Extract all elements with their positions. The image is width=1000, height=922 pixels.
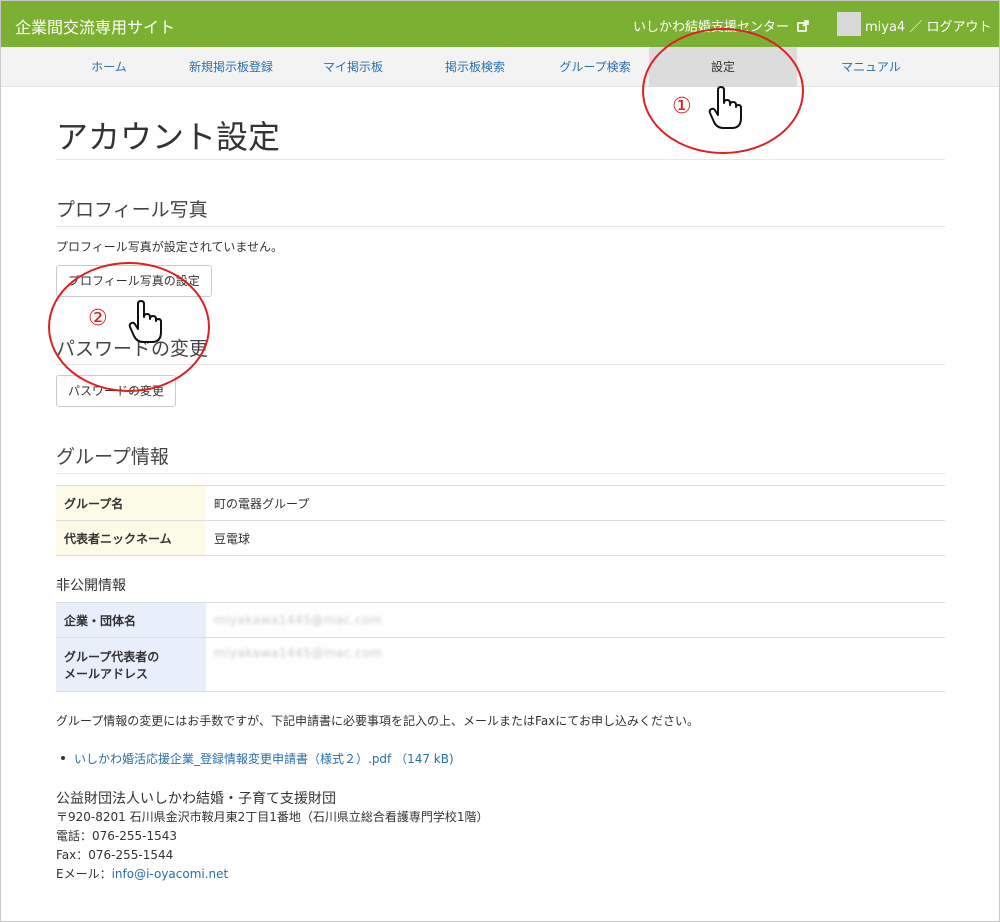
table-row: グループ代表者の メールアドレス miyakawa1445@mac.com	[56, 637, 945, 692]
email-line: Eメール：info@i-oyacomi.net	[56, 865, 489, 884]
profile-status-text: プロフィール写真が設定されていません。	[56, 240, 284, 254]
fax: Fax：076-255-1544	[56, 848, 174, 862]
divider	[56, 159, 945, 160]
step-2-marker: ②	[88, 306, 108, 331]
private-heading: 非公開情報	[56, 578, 126, 594]
table-row: グループ名 町の電器グループ	[56, 485, 945, 521]
change-notice-text: グループ情報の変更にはお手数ですが、下記申請書に必要事項を記入の上、メールまたは…	[56, 714, 699, 728]
user-name: miya4	[865, 20, 906, 35]
phone: 電話：076-255-1543	[56, 829, 178, 843]
group-heading: グループ情報	[56, 446, 169, 468]
private-info-table: 企業・団体名 miyakawa1445@mac.com グループ代表者の メール…	[56, 602, 945, 692]
nav-board-search[interactable]: 掲示板検索	[427, 47, 523, 87]
divider	[56, 473, 945, 474]
profile-heading: プロフィール写真	[56, 199, 208, 221]
table-row: 代表者ニックネーム 豆電球	[56, 520, 945, 556]
top-header: 企業間交流専用サイト いしかわ結婚支援センター miya4 ／ ログアウト	[1, 1, 999, 47]
nav-my-board[interactable]: マイ掲示板	[307, 47, 399, 87]
representative-email-label: グループ代表者の メールアドレス	[56, 637, 206, 692]
contact-info: 〒920-8201 石川県金沢市鞍月東2丁目1番地（石川県立総合看護専門学校1階…	[56, 808, 489, 884]
group-info-table: グループ名 町の電器グループ 代表者ニックネーム 豆電球	[56, 485, 945, 556]
representative-nickname-label: 代表者ニックネーム	[56, 520, 206, 556]
email-link[interactable]: info@i-oyacomi.net	[112, 867, 229, 881]
group-name-label: グループ名	[56, 485, 206, 521]
representative-email-label-line2: メールアドレス	[64, 666, 149, 681]
address: 〒920-8201 石川県金沢市鞍月東2丁目1番地（石川県立総合看護専門学校1階…	[56, 810, 489, 824]
external-link-icon	[797, 20, 809, 32]
organization-name: 公益財団法人いしかわ結婚・子育て支援財団	[56, 791, 336, 807]
nav-home[interactable]: ホーム	[61, 47, 157, 87]
nav-new-board[interactable]: 新規掲示板登録	[171, 47, 291, 87]
representative-email-label-line1: グループ代表者の	[64, 649, 160, 664]
nav-group-search[interactable]: グループ検索	[541, 47, 649, 87]
divider	[56, 226, 945, 227]
user-separator: ／	[909, 20, 923, 35]
avatar	[837, 12, 861, 36]
application-form-link[interactable]: いしかわ婚活応援企業_登録情報変更申請書（様式２）.pdf （147 kB)	[74, 750, 454, 767]
nav-manual[interactable]: マニュアル	[813, 47, 929, 87]
pointer-hand-icon	[128, 300, 162, 343]
table-row: 企業・団体名 miyakawa1445@mac.com	[56, 602, 945, 638]
representative-email-value: miyakawa1445@mac.com	[206, 637, 945, 692]
group-name-value: 町の電器グループ	[206, 485, 945, 521]
representative-nickname-value: 豆電球	[206, 520, 945, 556]
logout-link[interactable]: ログアウト	[927, 20, 992, 35]
email-label: Eメール：	[56, 867, 112, 881]
pointer-hand-icon	[708, 86, 742, 129]
bullet	[61, 756, 65, 760]
company-name-value: miyakawa1445@mac.com	[206, 602, 945, 638]
page-title: アカウント設定	[56, 118, 281, 156]
main-nav: ホーム 新規掲示板登録 マイ掲示板 掲示板検索 グループ検索 設定 マニュアル	[1, 47, 999, 87]
site-title[interactable]: 企業間交流専用サイト	[15, 14, 175, 38]
step-1-marker: ①	[672, 94, 692, 119]
company-name-label: 企業・団体名	[56, 602, 206, 638]
user-area: miya4 ／ ログアウト	[865, 16, 992, 35]
